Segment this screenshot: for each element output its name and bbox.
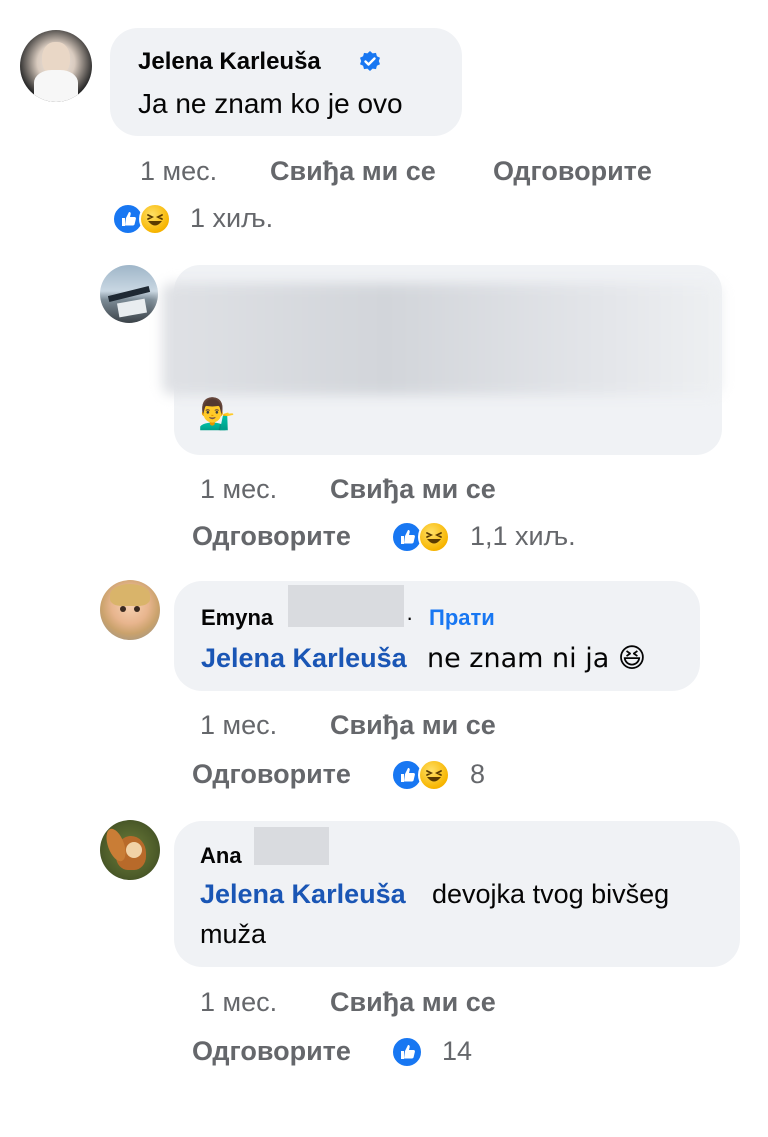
reply-button[interactable]: Одговорите: [192, 759, 351, 790]
like-button[interactable]: Свиђа ми се: [330, 710, 496, 741]
comment-bubble: Emyna · Прати Jelena Karleuša ne znam ni…: [174, 581, 700, 691]
avatar[interactable]: [20, 30, 92, 102]
reactions-summary[interactable]: [391, 521, 453, 555]
reactions-summary[interactable]: [112, 203, 174, 237]
comment-author[interactable]: Emyna: [201, 605, 273, 631]
haha-icon: [418, 759, 450, 791]
redacted-name: [288, 585, 404, 627]
comment-author[interactable]: Ana: [200, 843, 242, 869]
comment-text: ne znam ni ja 😆: [427, 643, 646, 674]
avatar[interactable]: [100, 265, 158, 323]
comment-mention[interactable]: Jelena Karleuša: [201, 643, 407, 674]
like-button[interactable]: Свиђа ми се: [330, 987, 496, 1018]
comment-text-continued: muža: [200, 919, 267, 949]
comment-time[interactable]: 1 мес.: [200, 710, 277, 741]
separator-dot: ·: [406, 605, 414, 630]
comment-time[interactable]: 1 мес.: [200, 987, 277, 1018]
emoji-person-tipping-hand: 💁‍♂️: [198, 397, 236, 432]
comment-text: Ja ne znam ko je ovo: [138, 88, 403, 119]
comment-time[interactable]: 1 мес.: [140, 156, 217, 187]
comment-bubble: Ana Jelena Karleuša devojka tvog bivšeg …: [174, 821, 740, 967]
comment-text: devojka tvog bivšeg: [432, 879, 670, 909]
comment-author[interactable]: Jelena Karleuša: [138, 48, 321, 76]
like-button[interactable]: Свиђа ми се: [330, 474, 496, 505]
reply-button[interactable]: Одговорите: [192, 521, 351, 552]
reply-button[interactable]: Одговорите: [192, 1036, 351, 1067]
reply-button[interactable]: Одговорите: [493, 156, 652, 187]
reaction-count[interactable]: 1,1 хиљ.: [470, 521, 576, 552]
reaction-count[interactable]: 14: [442, 1036, 472, 1067]
reactions-summary[interactable]: [391, 759, 453, 793]
haha-icon: [139, 203, 171, 235]
comment-mention[interactable]: Jelena Karleuša: [200, 879, 406, 910]
avatar[interactable]: [100, 820, 160, 880]
comment-bubble: 💁‍♂️: [162, 265, 722, 455]
like-icon: [391, 1036, 423, 1068]
redacted-content: [162, 283, 722, 395]
verified-badge-icon: [358, 50, 382, 74]
redacted-name: [254, 827, 329, 865]
follow-button[interactable]: Прати: [429, 605, 495, 631]
reaction-count[interactable]: 1 хиљ.: [190, 203, 273, 234]
reactions-summary[interactable]: [391, 1036, 425, 1070]
like-button[interactable]: Свиђа ми се: [270, 156, 436, 187]
comment-time[interactable]: 1 мес.: [200, 474, 277, 505]
comment-bubble: Jelena Karleuša Ja ne znam ko je ovo: [110, 28, 462, 136]
reaction-count[interactable]: 8: [470, 759, 485, 790]
haha-icon: [418, 521, 450, 553]
avatar[interactable]: [100, 580, 160, 640]
